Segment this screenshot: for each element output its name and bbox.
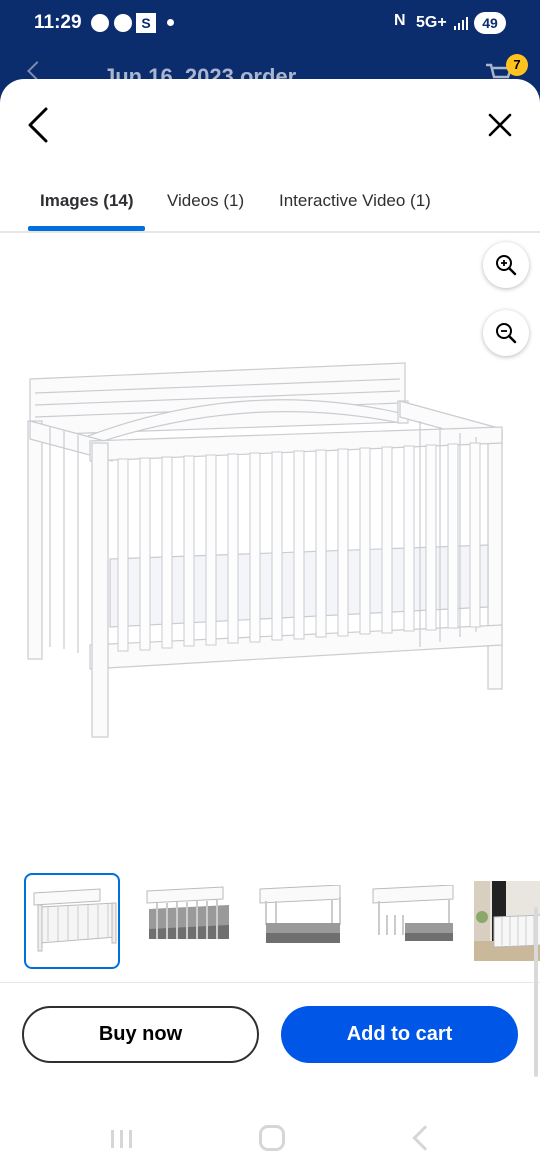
recent-apps-icon[interactable]	[110, 1129, 134, 1149]
thumbnail-crib-toddler-rail[interactable]	[365, 873, 461, 969]
thumbnail-crib-room-scene[interactable]	[474, 873, 540, 969]
network-type: 5G+	[416, 14, 447, 31]
system-back-icon[interactable]	[412, 1125, 438, 1151]
chevron-left-icon	[28, 107, 48, 143]
buy-now-button[interactable]: Buy now	[22, 1006, 259, 1063]
home-icon[interactable]	[259, 1125, 285, 1151]
active-tab-indicator	[28, 226, 145, 231]
signal-icon	[454, 17, 468, 30]
close-icon	[488, 113, 512, 137]
thumbnail-crib-with-gray-skirt[interactable]	[139, 873, 235, 969]
back-button[interactable]	[22, 105, 56, 145]
status-time: 11:29	[34, 12, 82, 33]
zoom-out-icon	[496, 323, 517, 344]
background-back-icon	[27, 61, 47, 81]
tab-videos[interactable]: Videos (1)	[167, 191, 244, 211]
add-to-cart-button[interactable]: Add to cart	[281, 1006, 518, 1063]
room-scene-thumbnail-image	[474, 881, 540, 961]
main-product-image[interactable]	[20, 357, 510, 747]
tab-interactive-video[interactable]: Interactive Video (1)	[279, 191, 431, 211]
divider	[0, 982, 540, 983]
scrollbar[interactable]	[534, 907, 538, 1077]
cart-count-badge: 7	[506, 54, 528, 76]
zoom-in-button[interactable]	[483, 242, 529, 288]
nfc-icon: N	[394, 12, 406, 29]
crib-skirt-thumbnail-image	[146, 886, 229, 939]
status-bar: 11:29 S N 5G+ 49	[0, 0, 540, 48]
close-button[interactable]	[484, 109, 516, 141]
thumbnail-strip	[0, 869, 540, 973]
zoom-in-icon	[496, 255, 517, 276]
media-tabs: Images (14) Videos (1) Interactive Video…	[0, 179, 540, 233]
thumbnail-crib-toddler-bed[interactable]	[252, 873, 348, 969]
tab-images[interactable]: Images (14)	[40, 191, 134, 211]
system-nav-bar	[0, 1099, 540, 1170]
crib-thumbnail-image	[33, 888, 117, 952]
clock-icon	[91, 14, 109, 32]
thumbnail-crib-front-view[interactable]	[24, 873, 120, 969]
app-badge-icon: S	[136, 13, 156, 33]
whatsapp-icon	[114, 14, 132, 32]
toddler-rail-thumbnail-image	[372, 885, 454, 941]
notification-dot-icon	[167, 19, 174, 26]
battery-icon: 49	[474, 12, 506, 34]
zoom-out-button[interactable]	[483, 310, 529, 356]
toddler-bed-thumbnail-image	[259, 885, 341, 943]
media-gallery-sheet: Images (14) Videos (1) Interactive Video…	[0, 79, 540, 1170]
